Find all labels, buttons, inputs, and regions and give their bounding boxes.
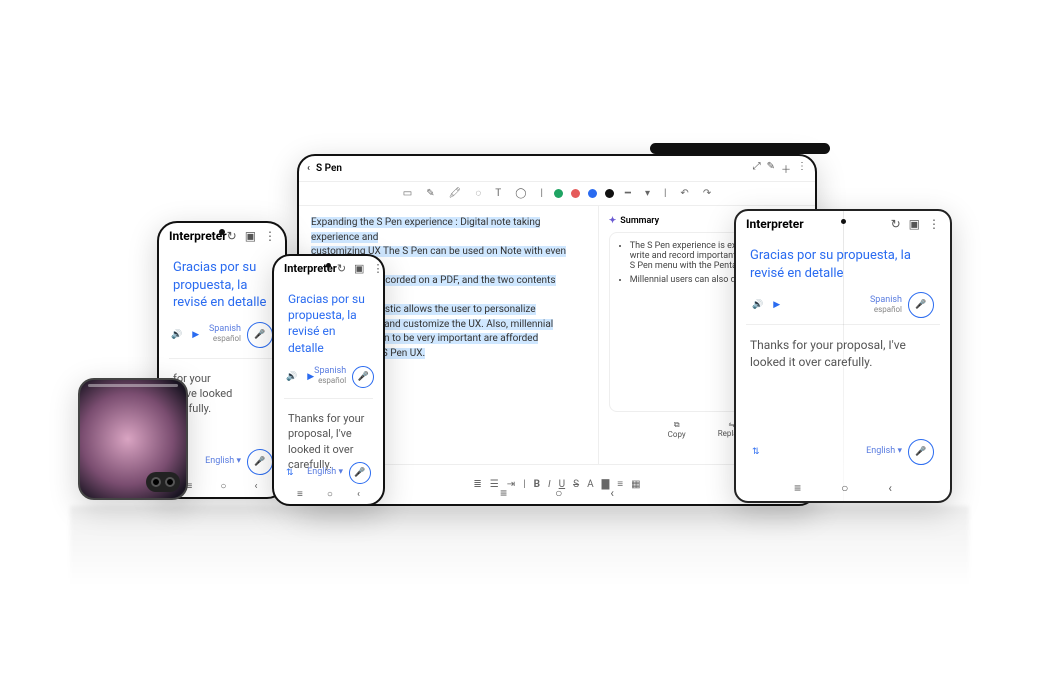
play-icon[interactable]: ▶	[307, 372, 314, 382]
language-selector-bottom[interactable]: English ▾	[866, 447, 902, 457]
dropdown-icon[interactable]: ▾	[642, 188, 653, 199]
more-icon[interactable]: ⋮	[797, 161, 807, 176]
flip-indicator	[88, 384, 178, 387]
swap-icon[interactable]: ⇅	[752, 447, 760, 457]
more-icon[interactable]: ⋮	[372, 262, 383, 275]
home-icon[interactable]: ○	[841, 481, 848, 495]
tool-highlighter-icon[interactable]: 🖍	[446, 188, 465, 199]
mic-button-top[interactable]: 🎤	[247, 322, 273, 348]
tablet-header: ‹ S Pen ⤢ ✎ ＋ ⋮	[299, 156, 815, 182]
language-selector-top[interactable]: Spanish español	[209, 325, 241, 344]
speaker-icon[interactable]: 🔊	[286, 372, 297, 382]
recents-icon[interactable]: ≡	[794, 481, 801, 495]
mic-icon: 🎤	[354, 468, 365, 478]
galaxy-fold-device: Interpreter ↻ ▣ ⋮ Gracias por su propues…	[734, 209, 952, 503]
recents-icon[interactable]: ≡	[297, 489, 303, 500]
translated-text: Gracias por su propuesta, la revisé en d…	[274, 281, 383, 360]
stroke-width-icon[interactable]: ━	[622, 188, 634, 199]
mic-button-top[interactable]: 🎤	[908, 292, 934, 318]
mic-icon: 🎤	[358, 372, 369, 382]
speaker-icon[interactable]: 🔊	[171, 330, 182, 340]
history-icon[interactable]: ↻	[891, 217, 901, 231]
settings-icon[interactable]: ▣	[245, 229, 256, 243]
copy-icon: ⧉	[674, 420, 680, 430]
language-selector-top[interactable]: Spanish español	[314, 367, 346, 386]
divider: |	[537, 188, 545, 199]
stylus	[650, 143, 830, 154]
color-swatch-1[interactable]	[554, 189, 563, 198]
swap-icon[interactable]: ⇅	[286, 468, 294, 478]
mic-icon: 🎤	[915, 447, 926, 457]
back-nav-icon[interactable]: ‹	[357, 489, 360, 500]
color-swatch-3[interactable]	[588, 189, 597, 198]
back-icon[interactable]: ‹	[307, 163, 310, 174]
summary-label: Summary	[620, 216, 659, 226]
reflection	[70, 506, 969, 586]
app-title: Interpreter	[746, 217, 804, 231]
mic-icon: 🎤	[254, 457, 265, 467]
speaker-icon[interactable]: 🔊	[752, 300, 763, 310]
phone-front-device: Interpreter ↻ ▣ ⋮ Gracias por su propues…	[272, 254, 385, 506]
undo-icon[interactable]: ↶	[677, 188, 691, 199]
back-nav-icon[interactable]: ‹	[254, 481, 257, 492]
mic-button-bottom[interactable]: 🎤	[247, 449, 273, 475]
redo-icon[interactable]: ↷	[700, 188, 714, 199]
expand-icon[interactable]: ⤢	[753, 161, 761, 176]
language-selector-bottom[interactable]: English ▾	[205, 457, 241, 467]
tablet-toolbar: ▭ ✎ 🖍 ◌ T ◯ | ━ ▾ | ↶ ↷	[299, 182, 815, 206]
history-icon[interactable]: ↻	[227, 229, 237, 243]
home-icon[interactable]: ○	[555, 486, 562, 500]
home-icon[interactable]: ○	[327, 489, 333, 500]
settings-icon[interactable]: ▣	[909, 217, 920, 231]
tool-lasso-icon[interactable]: ◯	[512, 188, 529, 199]
tablet-title: S Pen	[316, 163, 342, 174]
mic-button-top[interactable]: 🎤	[352, 366, 374, 388]
add-icon[interactable]: ＋	[781, 161, 791, 176]
app-title: Interpreter	[169, 229, 227, 243]
galaxy-flip-device	[78, 378, 188, 500]
tool-eraser-icon[interactable]: ◌	[472, 188, 484, 199]
camera-hole-icon	[841, 219, 846, 224]
mic-icon: 🎤	[915, 300, 926, 310]
mic-button-bottom[interactable]: 🎤	[349, 462, 371, 484]
mic-button-bottom[interactable]: 🎤	[908, 439, 934, 465]
note-text-segment: Expanding the S Pen experience : Digital…	[311, 217, 540, 243]
fold-navbar: ≡ ○ ‹	[736, 481, 950, 495]
language-selector-bottom[interactable]: English ▾	[307, 468, 343, 478]
ai-sparkle-icon: ✦	[609, 216, 617, 226]
back-nav-icon[interactable]: ‹	[610, 486, 614, 500]
language-selector-top[interactable]: Spanish español	[870, 296, 902, 315]
settings-icon[interactable]: ▣	[354, 262, 364, 275]
home-icon[interactable]: ○	[220, 481, 226, 492]
translated-text: Gracias por su propuesta, la revisé en d…	[159, 249, 285, 316]
camera-hole-icon	[219, 229, 225, 235]
more-icon[interactable]: ⋮	[264, 229, 276, 243]
tool-text-icon[interactable]: T	[492, 188, 504, 199]
play-icon[interactable]: ▶	[192, 330, 199, 340]
back-nav-icon[interactable]: ‹	[888, 481, 892, 495]
color-swatch-2[interactable]	[571, 189, 580, 198]
phone-navbar: ≡ ○ ‹	[274, 489, 383, 500]
tool-pen-icon[interactable]: ✎	[423, 188, 437, 199]
play-icon[interactable]: ▶	[773, 300, 780, 310]
mic-icon: 🎤	[254, 330, 265, 340]
tool-crop-icon[interactable]: ▭	[400, 188, 415, 199]
history-icon[interactable]: ↻	[337, 262, 346, 275]
edit-icon[interactable]: ✎	[767, 161, 775, 176]
flip-cameras	[146, 472, 180, 492]
camera-hole-icon	[326, 263, 331, 268]
recents-icon[interactable]: ≡	[500, 486, 507, 500]
color-swatch-4[interactable]	[605, 189, 614, 198]
more-icon[interactable]: ⋮	[928, 217, 940, 231]
divider: |	[661, 188, 669, 199]
copy-button[interactable]: ⧉ Copy	[668, 420, 686, 439]
